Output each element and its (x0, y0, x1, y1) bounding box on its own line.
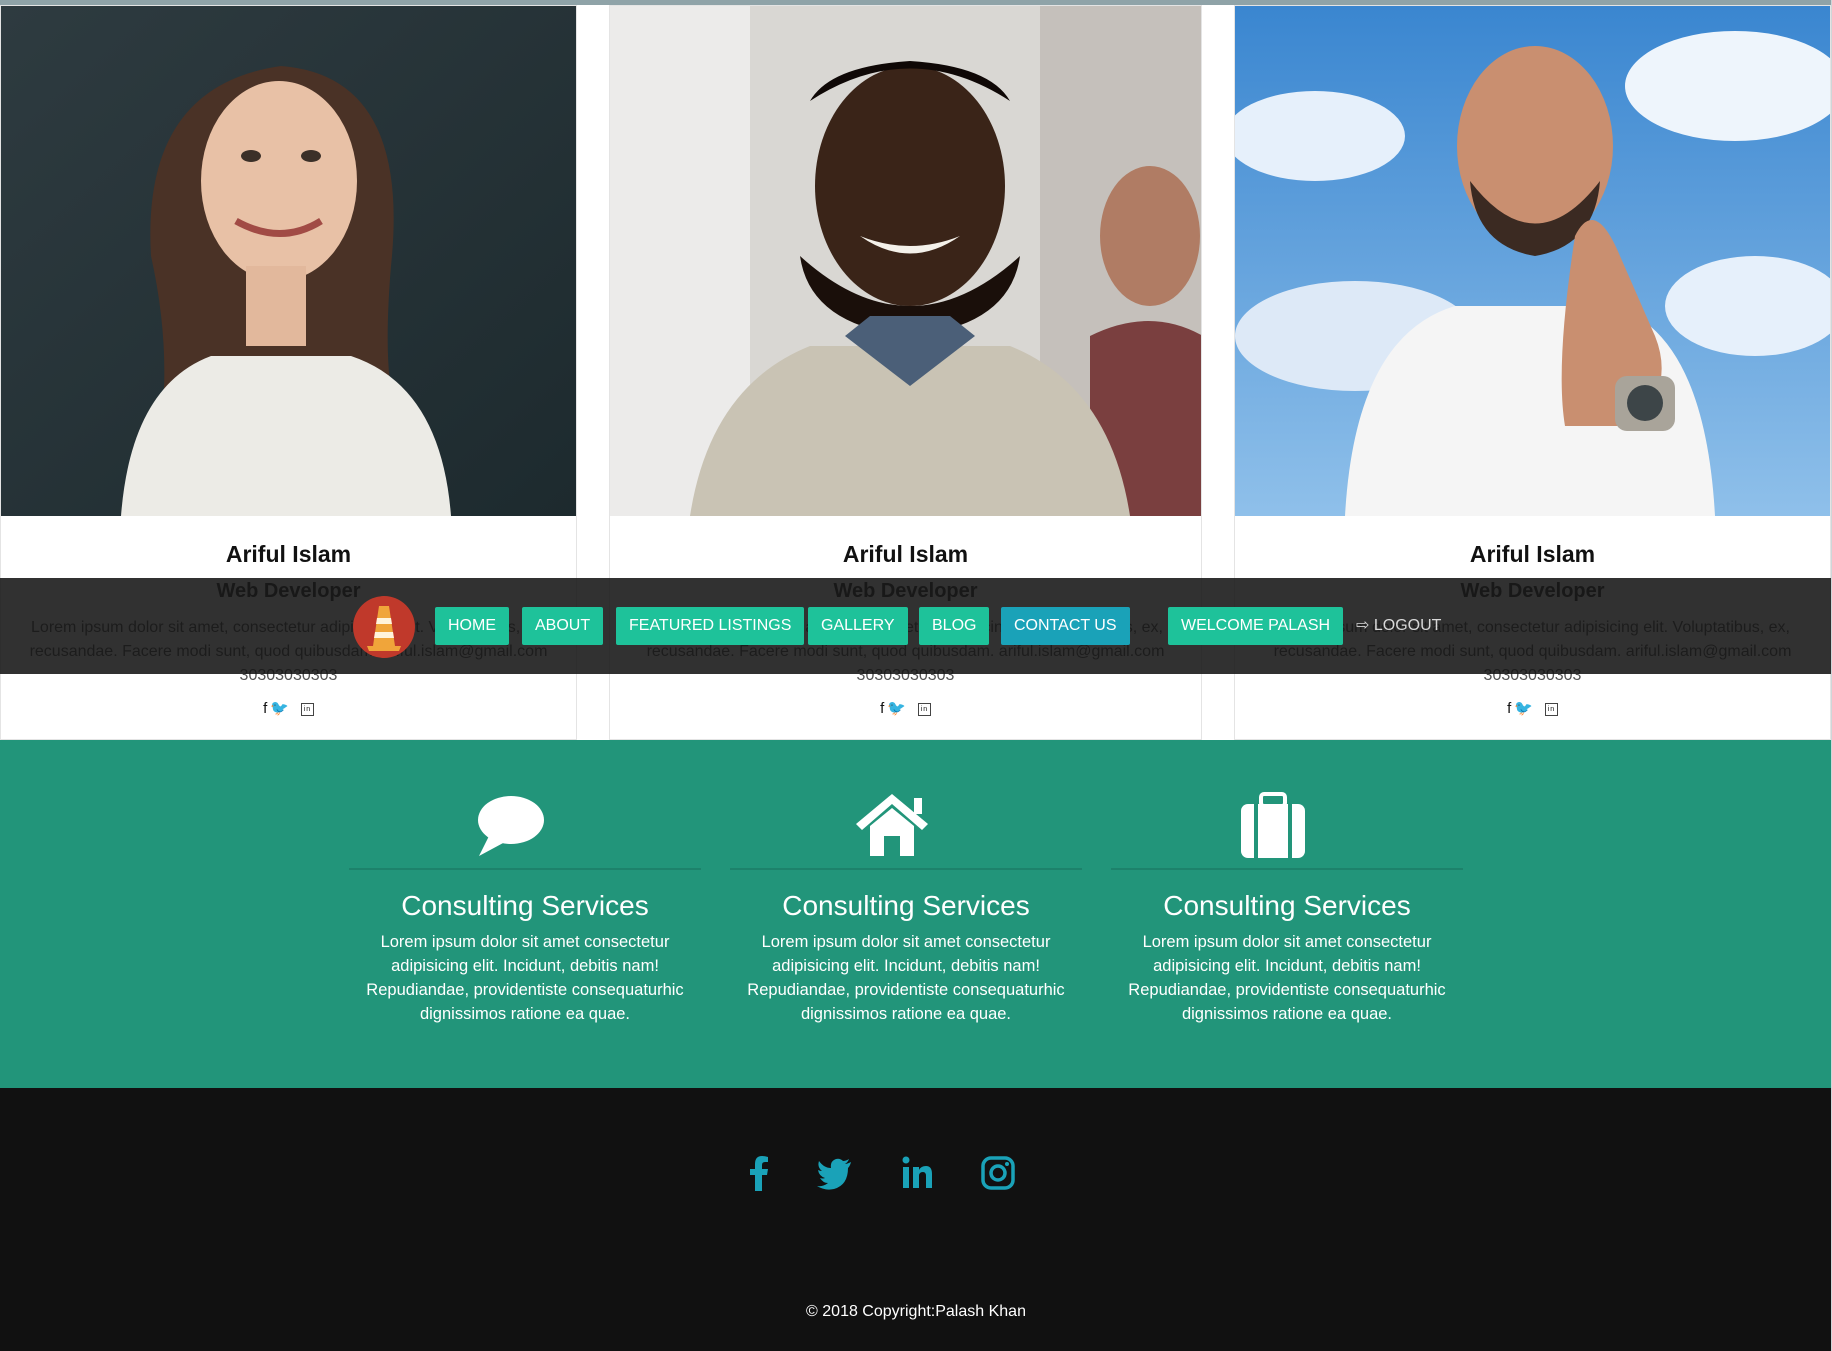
member-name: Ariful Islam (842, 541, 969, 567)
service-title: Consulting Services (1163, 890, 1411, 921)
service-text: Lorem ipsum dolor sit amet consectetur a… (1128, 933, 1446, 1023)
service-title: Consulting Services (782, 890, 1030, 921)
team-photo (1235, 6, 1830, 516)
service-card: Consulting Services Lorem ipsum dolor si… (349, 740, 701, 1088)
nav-contact-us[interactable]: CONTACT US (1001, 607, 1130, 645)
member-name: Ariful Islam (225, 541, 352, 567)
team-photo (1, 6, 576, 516)
home-icon (730, 790, 1082, 860)
facebook-icon[interactable] (739, 1153, 779, 1193)
service-card: Consulting Services Lorem ipsum dolor si… (730, 740, 1082, 1088)
linkedin-icon[interactable]: in (917, 702, 931, 716)
facebook-icon[interactable]: f (263, 700, 268, 717)
navbar: HOME ABOUT FEATURED LISTINGS GALLERY BLO… (0, 578, 1832, 674)
member-social: f 🐦 in (1, 699, 576, 717)
divider (349, 868, 701, 870)
welcome-user-button[interactable]: WELCOME PALASH (1168, 607, 1344, 645)
team-photo (610, 6, 1201, 516)
instagram-icon[interactable] (978, 1153, 1018, 1193)
member-social: f 🐦 in (610, 699, 1201, 717)
nav-gallery[interactable]: GALLERY (808, 607, 908, 645)
member-name: Ariful Islam (1469, 541, 1596, 567)
divider (1111, 868, 1463, 870)
services-section: Consulting Services Lorem ipsum dolor si… (0, 740, 1832, 1088)
site-logo[interactable] (353, 596, 415, 658)
nav-home[interactable]: HOME (435, 607, 509, 645)
facebook-icon[interactable]: f (880, 700, 885, 717)
nav-blog[interactable]: BLOG (919, 607, 990, 645)
logout-label: LOGOUT (1373, 617, 1442, 634)
linkedin-icon[interactable]: in (300, 702, 314, 716)
footer: © 2018 Copyright:Palash Khan (0, 1088, 1832, 1351)
facebook-icon[interactable]: f (1507, 700, 1512, 717)
twitter-icon[interactable]: 🐦 (1514, 699, 1534, 717)
nav-about[interactable]: ABOUT (522, 607, 604, 645)
twitter-icon[interactable]: 🐦 (270, 699, 290, 717)
logout-link[interactable]: ⇨ LOGOUT (1356, 607, 1441, 645)
service-title: Consulting Services (401, 890, 649, 921)
service-card: Consulting Services Lorem ipsum dolor si… (1111, 740, 1463, 1088)
linkedin-icon[interactable]: in (1544, 702, 1558, 716)
suitcase-icon (1111, 790, 1463, 860)
member-social: f 🐦 in (1235, 699, 1830, 717)
lighthouse-icon (367, 606, 401, 651)
twitter-icon[interactable]: 🐦 (887, 699, 907, 717)
sign-out-icon: ⇨ (1356, 617, 1370, 634)
linkedin-icon[interactable] (897, 1153, 937, 1193)
comment-icon (349, 790, 701, 860)
twitter-icon[interactable] (815, 1153, 855, 1193)
copyright-text: © 2018 Copyright:Palash Khan (806, 1303, 1026, 1320)
divider (730, 868, 1082, 870)
service-text: Lorem ipsum dolor sit amet consectetur a… (366, 933, 684, 1023)
nav-featured-listings[interactable]: FEATURED LISTINGS (616, 607, 805, 645)
service-text: Lorem ipsum dolor sit amet consectetur a… (747, 933, 1065, 1023)
